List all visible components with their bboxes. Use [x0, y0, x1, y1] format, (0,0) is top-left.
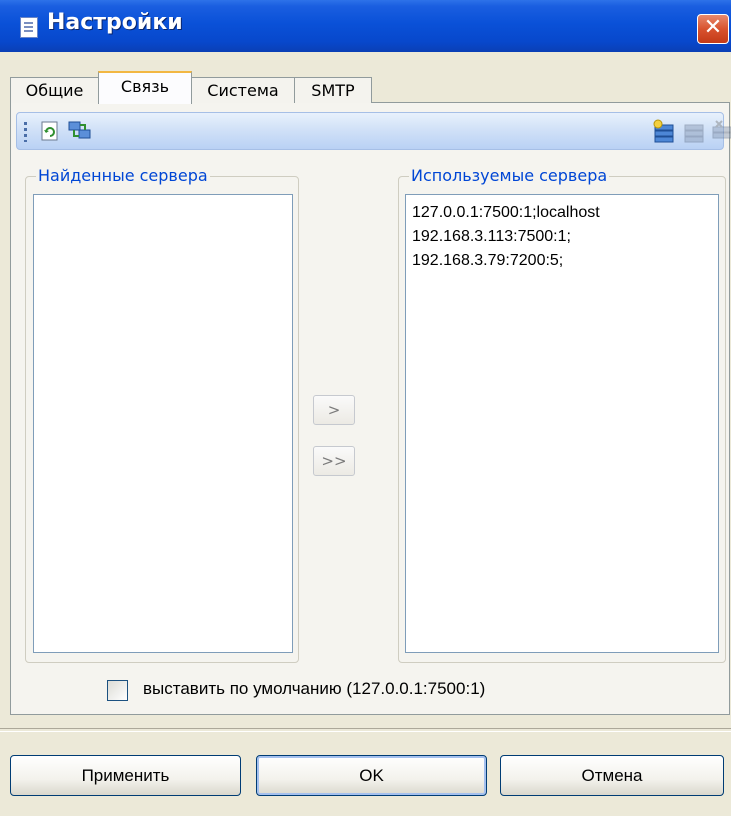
settings-dialog: Настройки ✕ Общие Связь Система SMTP Най… — [0, 0, 731, 816]
server-edit-icon[interactable] — [681, 119, 707, 143]
apply-button[interactable]: Применить — [10, 755, 241, 796]
ok-button[interactable]: OK — [256, 755, 487, 796]
tab-general[interactable]: Общие — [10, 77, 99, 103]
toolbar-grip[interactable] — [24, 122, 27, 142]
window-title: Настройки — [47, 10, 183, 35]
footer-separator — [0, 728, 731, 732]
set-default-label[interactable]: выставить по умолчанию (127.0.0.1:7500:1… — [143, 679, 485, 699]
move-all-button[interactable]: >> — [313, 446, 355, 476]
network-connect-icon[interactable] — [67, 119, 93, 143]
tab-connection[interactable]: Связь — [98, 71, 192, 104]
server-add-icon[interactable] — [651, 119, 677, 143]
found-servers-legend: Найденные сервера — [36, 166, 210, 185]
refresh-icon[interactable] — [37, 119, 63, 143]
used-servers-list[interactable]: 127.0.0.1:7500:1;localhost 192.168.3.113… — [405, 194, 719, 653]
move-selected-button[interactable]: > — [313, 395, 355, 425]
settings-app-icon — [20, 17, 38, 38]
server-toolbar — [16, 112, 731, 150]
server-delete-icon[interactable] — [709, 119, 731, 143]
found-servers-list[interactable] — [33, 194, 293, 653]
close-button[interactable]: ✕ — [697, 14, 729, 44]
list-item[interactable]: 192.168.3.113:7500:1; — [406, 225, 718, 249]
list-item[interactable]: 192.168.3.79:7200:5; — [406, 249, 718, 273]
tab-smtp[interactable]: SMTP — [294, 77, 372, 103]
title-bar[interactable]: Настройки ✕ — [0, 0, 731, 52]
set-default-checkbox[interactable] — [107, 680, 128, 701]
cancel-button[interactable]: Отмена — [500, 755, 724, 796]
used-servers-legend: Используемые сервера — [409, 166, 610, 185]
tab-system[interactable]: Система — [191, 77, 295, 103]
list-item[interactable]: 127.0.0.1:7500:1;localhost — [406, 201, 718, 225]
